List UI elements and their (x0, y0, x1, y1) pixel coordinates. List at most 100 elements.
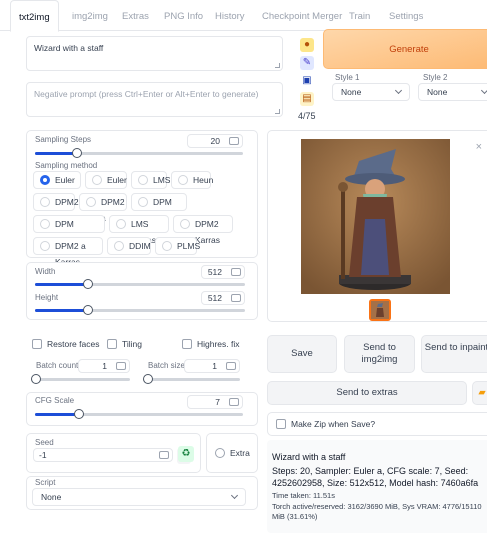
radio-dot (138, 175, 148, 185)
slider-thumb[interactable] (82, 279, 93, 289)
slider-thumb[interactable] (31, 374, 41, 384)
chevron-down-icon (394, 86, 403, 95)
clear-prompt-icon[interactable]: ✎ (300, 56, 314, 70)
save-style-icon[interactable]: ▣ (300, 74, 314, 88)
info-prompt: Wizard with a staff (272, 452, 346, 462)
resize-grip-icon[interactable] (275, 109, 280, 114)
generation-info: Wizard with a staff Steps: 20, Sampler: … (267, 440, 487, 533)
make-zip-checkbox[interactable]: Make Zip when Save? (276, 419, 375, 430)
width-slider[interactable] (35, 279, 245, 289)
batch-count-label: Batch count (36, 361, 79, 370)
negative-prompt-input[interactable]: Negative prompt (press Ctrl+Enter or Alt… (26, 82, 283, 117)
tab-train[interactable]: Train (349, 11, 370, 22)
style-2-select[interactable]: None (418, 83, 487, 101)
cfg-card: CFG Scale 7 (26, 392, 258, 426)
seed-label: Seed (35, 438, 54, 447)
batch-size-slider[interactable] (143, 374, 240, 384)
radio-heun[interactable]: Heun (171, 171, 213, 189)
spinner-icon[interactable] (116, 362, 126, 370)
info-params: Steps: 20, Sampler: Euler a, CFG scale: … (272, 466, 479, 488)
generated-wizard-image[interactable] (301, 139, 450, 294)
seed-input[interactable]: -1 (33, 448, 173, 462)
radio-dpm2-karras[interactable]: DPM2 Karras (173, 215, 233, 245)
sampling-steps-slider[interactable] (35, 148, 243, 158)
highres-fix-checkbox[interactable]: Highres. fix (182, 339, 240, 350)
radio-ddim[interactable]: DDIM (107, 237, 151, 255)
negative-prompt-placeholder: Negative prompt (press Ctrl+Enter or Alt… (34, 89, 259, 99)
extra-checkbox[interactable]: Extra (215, 448, 250, 459)
slider-fill (35, 283, 88, 286)
resize-grip-icon[interactable] (275, 63, 280, 68)
send-to-inpaint-button[interactable]: Send to inpaint (421, 335, 487, 373)
radio-label: DDIM (129, 241, 151, 251)
spinner-icon[interactable] (231, 294, 241, 302)
tab-bar: txt2img img2img Extras PNG Info History … (0, 0, 487, 32)
checkbox-label: Tiling (122, 339, 142, 349)
radio-dpm2-a-karras[interactable]: DPM2 a Karras (33, 237, 103, 267)
output-gallery: × (267, 130, 487, 322)
tab-txt2img[interactable]: txt2img (10, 0, 59, 32)
radio-dpm2-a[interactable]: DPM2 a (79, 193, 127, 223)
tab-extras[interactable]: Extras (122, 11, 149, 22)
cfg-scale-input[interactable]: 7 (187, 395, 243, 409)
radio-dot (138, 197, 148, 207)
tab-history[interactable]: History (215, 11, 245, 22)
reuse-seed-icon[interactable]: ♻ (178, 446, 194, 462)
style-2-label: Style 2 (423, 73, 448, 82)
batch-count-input[interactable]: 1 (78, 359, 130, 373)
dimensions-card: Width 512 Height 512 (26, 262, 258, 320)
checkbox-box (276, 419, 286, 429)
spinner-icon[interactable] (229, 137, 239, 145)
radio-dpm2[interactable]: DPM2 (33, 193, 79, 211)
slider-thumb[interactable] (71, 148, 82, 158)
radio-euler-a[interactable]: Euler a (33, 171, 81, 201)
info-time: Time taken: 11.51s (272, 491, 335, 500)
chevron-down-icon (480, 86, 487, 95)
radio-lms-karras[interactable]: LMS Karras (109, 215, 169, 245)
radio-lms[interactable]: LMS (131, 171, 170, 189)
send-to-img2img-button[interactable]: Send to img2img (344, 335, 415, 373)
folder-icon[interactable]: ▰ (472, 381, 487, 405)
width-input[interactable]: 512 (201, 265, 245, 279)
height-input[interactable]: 512 (201, 291, 245, 305)
batch-size-input[interactable]: 1 (184, 359, 240, 373)
send-to-extras-button[interactable]: Send to extras (267, 381, 467, 405)
script-select[interactable]: None (32, 488, 246, 506)
tab-checkpoint-merger[interactable]: Checkpoint Merger (262, 11, 342, 22)
sampling-steps-input[interactable]: 20 (187, 134, 243, 148)
close-icon[interactable]: × (476, 141, 482, 153)
slider-thumb[interactable] (143, 374, 153, 384)
restore-faces-checkbox[interactable]: Restore faces (32, 339, 99, 350)
paste-icon[interactable]: ● (300, 38, 314, 52)
radio-dpm-adaptive[interactable]: DPM adaptive (33, 215, 105, 245)
tab-png-info[interactable]: PNG Info (164, 11, 203, 22)
checkbox-box (182, 339, 192, 349)
prompt-input[interactable]: Wizard with a staff (26, 36, 283, 71)
save-button[interactable]: Save (267, 335, 337, 373)
checkbox-label: Restore faces (47, 339, 100, 349)
spinner-icon[interactable] (159, 451, 169, 459)
radio-plms[interactable]: PLMS (155, 237, 200, 255)
height-slider[interactable] (35, 305, 245, 315)
spinner-icon[interactable] (226, 362, 236, 370)
height-label: Height (35, 293, 59, 302)
radio-euler[interactable]: Euler (85, 171, 127, 189)
tiling-checkbox[interactable]: Tiling (107, 339, 142, 350)
cfg-scale-slider[interactable] (35, 409, 243, 419)
style-1-select[interactable]: None (332, 83, 410, 101)
thumbnail-selected[interactable] (369, 299, 391, 321)
info-memory: Torch active/reserved: 3162/3690 MiB, Sy… (272, 502, 482, 521)
radio-dpm-fast[interactable]: DPM fast (131, 193, 187, 223)
spinner-icon[interactable] (231, 268, 241, 276)
spinner-icon[interactable] (229, 398, 239, 406)
style-1-value: None (341, 87, 362, 97)
batch-count-slider[interactable] (31, 374, 130, 384)
slider-thumb[interactable] (73, 409, 84, 419)
generate-button[interactable]: Generate (323, 29, 487, 69)
prompt-text: Wizard with a staff (34, 43, 104, 53)
checkbox-box (32, 339, 42, 349)
tab-settings[interactable]: Settings (389, 11, 423, 22)
slider-thumb[interactable] (82, 305, 93, 315)
tab-img2img[interactable]: img2img (72, 11, 108, 22)
apply-style-icon[interactable]: ▤ (300, 92, 314, 106)
